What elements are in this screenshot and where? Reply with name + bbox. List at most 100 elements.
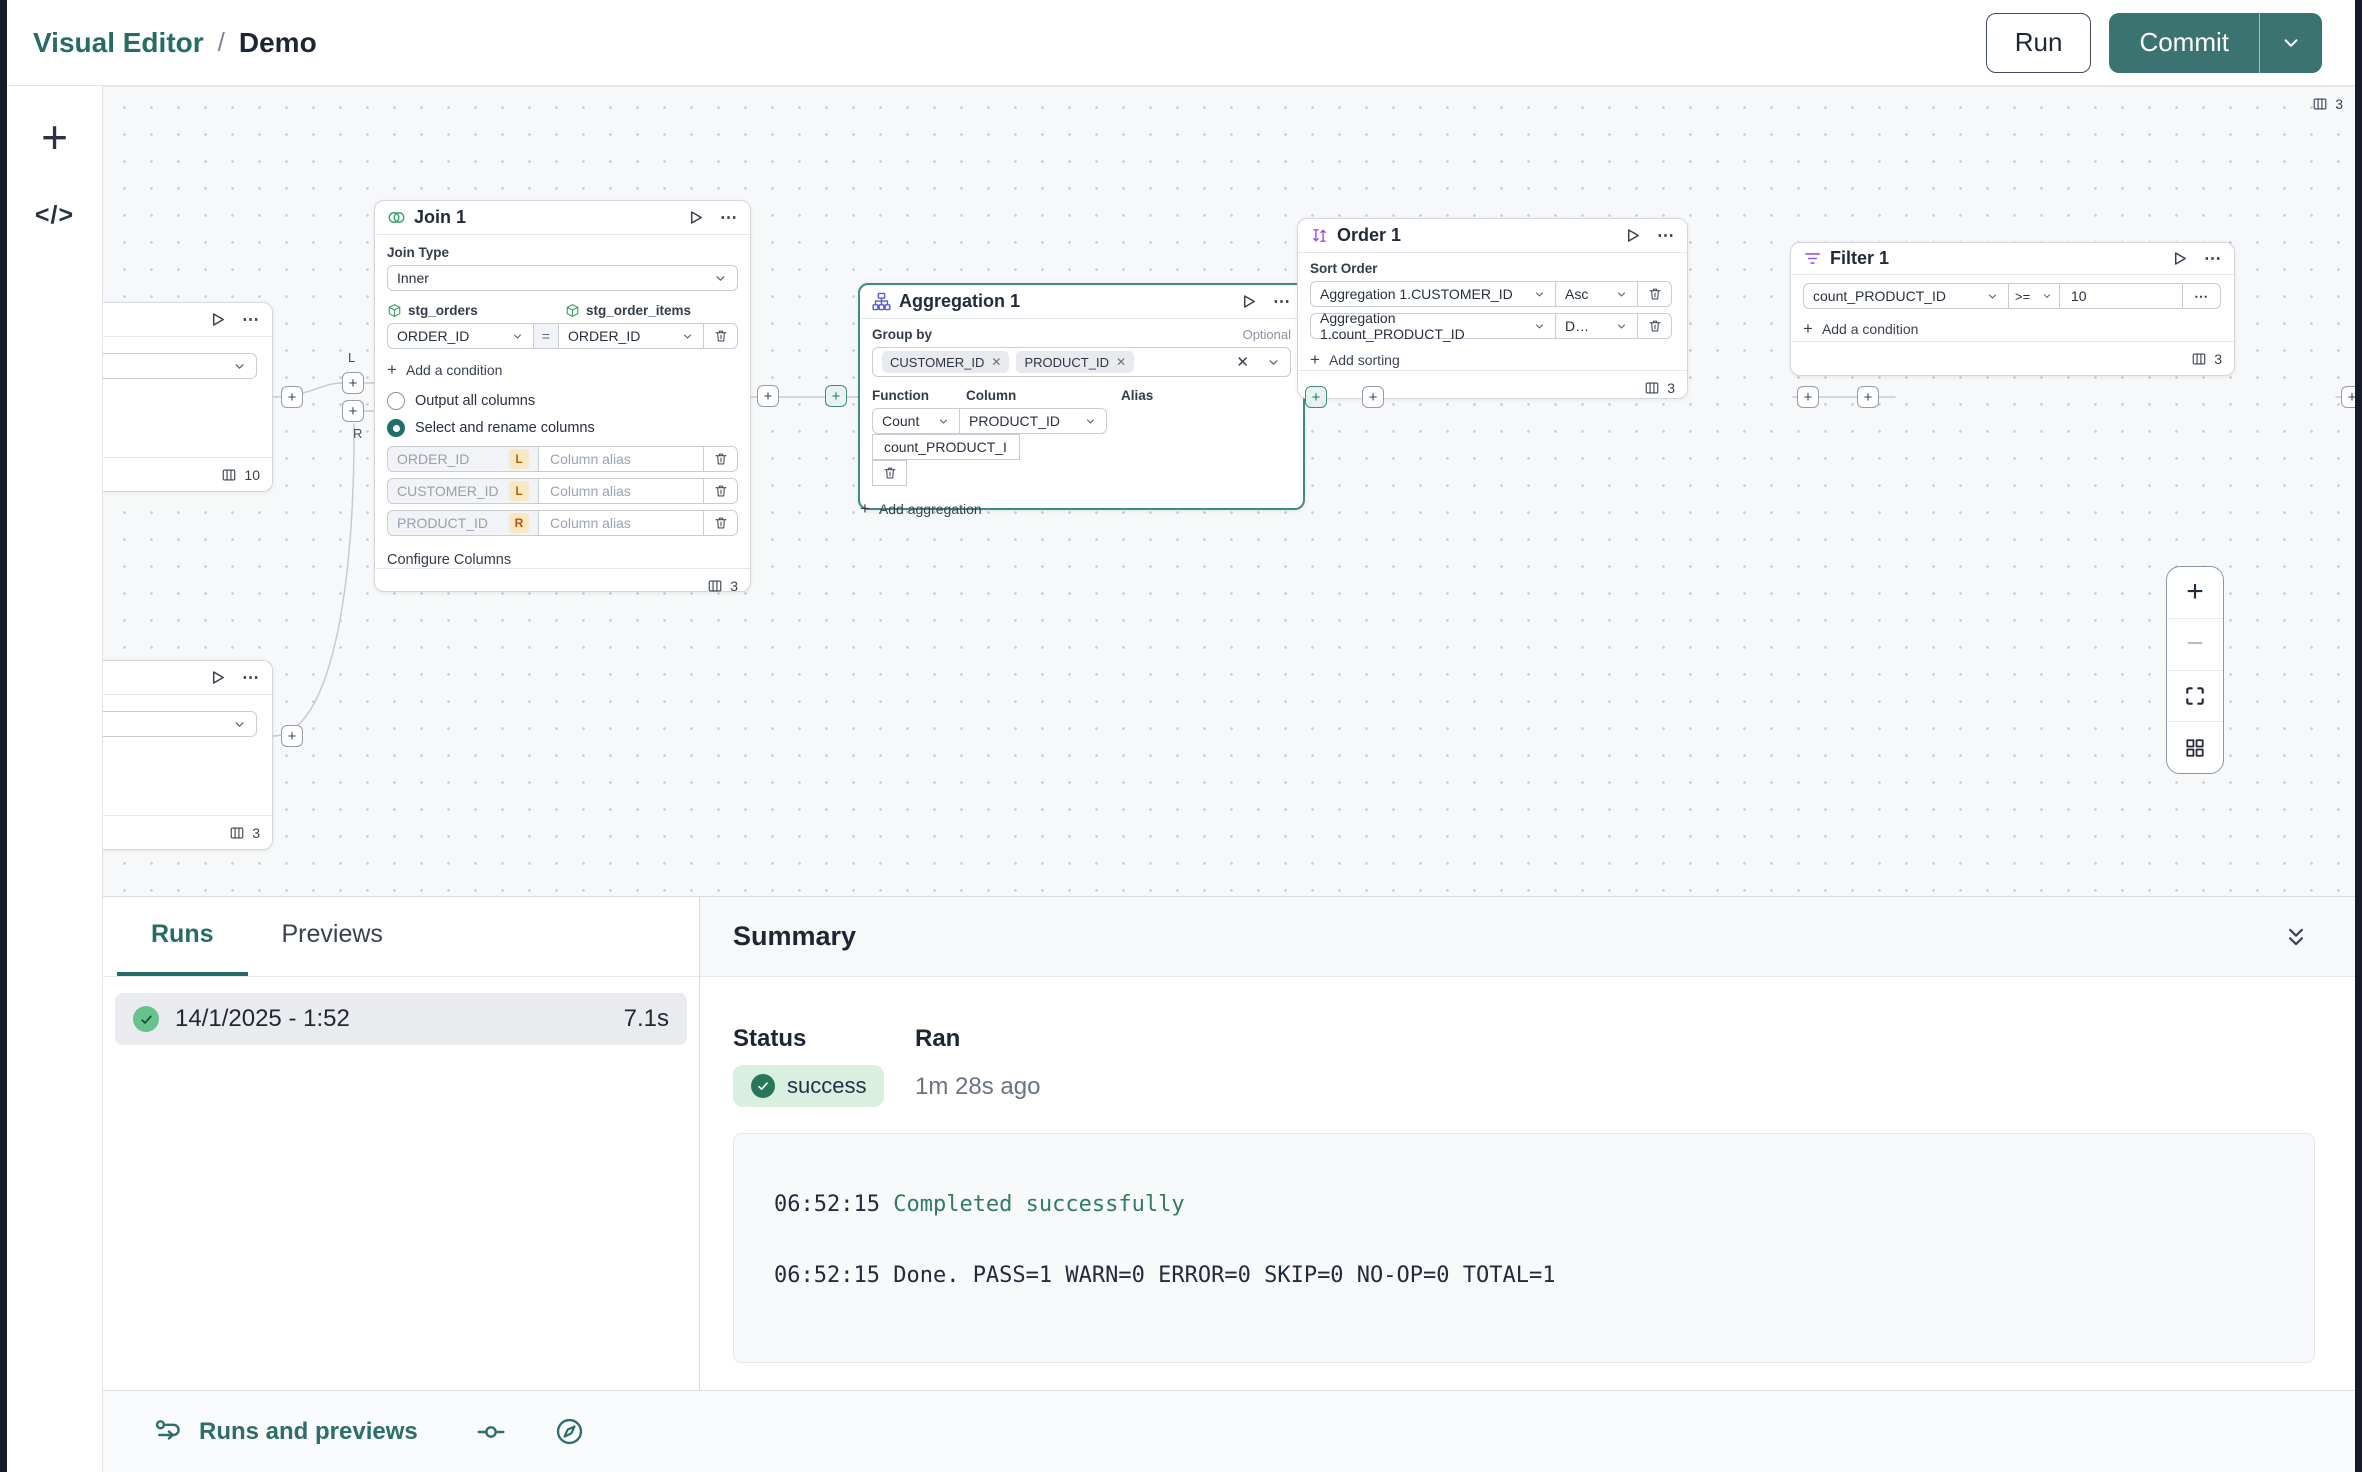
node-order-1[interactable]: Order 1 ⋯ Sort Order Aggregation 1.CUSTO… <box>1297 218 1688 399</box>
remove-chip-icon[interactable]: ✕ <box>991 355 1001 369</box>
commit-button[interactable]: Commit <box>2109 13 2259 73</box>
columns-icon <box>1644 380 1660 396</box>
play-icon[interactable] <box>204 307 230 333</box>
delete-column-button[interactable] <box>703 478 738 504</box>
select-rename-columns-radio[interactable]: Select and rename columns <box>387 419 738 437</box>
sort-column-select[interactable]: Aggregation 1.CUSTOMER_ID <box>1310 281 1556 307</box>
node-menu-button[interactable]: ⋯ <box>1653 223 1679 249</box>
columns-icon <box>229 825 245 841</box>
sort-direction-select[interactable]: Asc <box>1555 281 1638 307</box>
node-join-1[interactable]: Join 1 ⋯ Join Type Inner stg_orders stg_… <box>374 200 751 594</box>
column-alias-input[interactable] <box>548 514 694 532</box>
column-alias-field[interactable] <box>538 446 704 472</box>
run-list-item[interactable]: 14/1/2025 - 1:52 7.1s <box>115 993 687 1045</box>
port-order-output[interactable]: + <box>1797 386 1819 408</box>
runs-previews-label[interactable]: Runs and previews <box>199 1418 418 1446</box>
filter-column-select[interactable]: count_PRODUCT_ID <box>1803 283 2009 309</box>
filter-add-condition-link[interactable]: + Add a condition <box>1803 319 2222 339</box>
fit-view-button[interactable] <box>2167 669 2223 722</box>
zoom-in-button[interactable]: + <box>2167 567 2223 618</box>
group-by-chip[interactable]: PRODUCT_ID ✕ <box>1016 351 1135 373</box>
group-by-multiselect[interactable]: CUSTOMER_ID ✕ PRODUCT_ID ✕ ✕ <box>872 347 1291 377</box>
column-alias-input[interactable] <box>548 482 694 500</box>
chevron-down-icon <box>1266 355 1281 370</box>
zoom-out-button[interactable]: − <box>2167 617 2223 670</box>
column-alias-field[interactable] <box>538 478 704 504</box>
collapse-panel-button[interactable] <box>2277 923 2315 951</box>
filter-value-input[interactable] <box>2069 287 2173 305</box>
run-button[interactable]: Run <box>1985 12 2092 73</box>
add-aggregation-link[interactable]: + Add aggregation <box>860 499 1303 519</box>
grid-icon <box>2184 737 2206 759</box>
add-node-button[interactable]: + <box>7 108 102 166</box>
node-menu-button[interactable]: ⋯ <box>2200 246 2226 272</box>
node-title: Order 1 <box>1337 225 1402 245</box>
play-icon[interactable] <box>1619 223 1645 249</box>
filter-more-button[interactable]: ⋯ <box>2182 283 2221 309</box>
port-source-top-output[interactable]: + <box>281 386 303 408</box>
delete-sort-button[interactable] <box>1637 313 1672 339</box>
commit-history-button[interactable] <box>476 1417 506 1447</box>
source-bottom-select[interactable] <box>103 711 257 737</box>
commit-split-button: Commit <box>2109 12 2322 73</box>
play-icon[interactable] <box>2166 246 2192 272</box>
port-join-output[interactable]: + <box>757 385 779 407</box>
output-all-columns-radio[interactable]: Output all columns <box>387 392 738 410</box>
tab-previews[interactable]: Previews <box>248 897 417 976</box>
run-log[interactable]: 06:52:15 Completed successfully 06:52:15… <box>733 1133 2315 1363</box>
delete-column-button[interactable] <box>703 446 738 472</box>
remove-chip-icon[interactable]: ✕ <box>1116 355 1126 369</box>
column-alias-input[interactable] <box>548 450 694 468</box>
join-left-key-select[interactable]: ORDER_ID <box>387 323 534 349</box>
filter-value-field[interactable] <box>2059 283 2183 309</box>
summary-header: Summary <box>700 897 2355 977</box>
delete-column-button[interactable] <box>703 510 738 536</box>
port-order-input[interactable]: + <box>1362 386 1384 408</box>
node-menu-button[interactable]: ⋯ <box>238 307 264 333</box>
explore-button[interactable] <box>554 1416 585 1447</box>
node-menu-button[interactable]: ⋯ <box>238 665 264 691</box>
group-by-chip[interactable]: CUSTOMER_ID ✕ <box>882 351 1010 373</box>
port-join-input-left[interactable]: + <box>342 372 364 394</box>
play-icon[interactable] <box>1235 289 1261 315</box>
node-menu-button[interactable]: ⋯ <box>716 205 742 231</box>
port-filter-output[interactable]: + <box>2341 386 2355 408</box>
delete-aggregation-button[interactable] <box>872 460 907 486</box>
play-icon[interactable] <box>682 205 708 231</box>
play-icon[interactable] <box>204 665 230 691</box>
pipeline-canvas[interactable]: + + + + + + + + + + + L R ⋯ 10 ⋯ 3 Join … <box>103 86 2355 896</box>
port-aggregation-output[interactable]: + <box>1305 386 1327 408</box>
delete-sort-button[interactable] <box>1637 281 1672 307</box>
aggregation-alias-input[interactable] <box>882 438 1010 456</box>
add-sorting-link[interactable]: + Add sorting <box>1310 350 1675 370</box>
aggregation-function-select[interactable]: Count <box>872 408 960 434</box>
auto-layout-button[interactable] <box>2167 721 2223 773</box>
port-source-bottom-output[interactable]: + <box>281 725 303 747</box>
delete-condition-button[interactable] <box>703 323 738 349</box>
join-add-condition-link[interactable]: + Add a condition <box>387 360 738 380</box>
node-menu-button[interactable]: ⋯ <box>1269 289 1295 315</box>
breadcrumb-visual-editor[interactable]: Visual Editor <box>33 27 204 59</box>
node-aggregation-1[interactable]: Aggregation 1 ⋯ Group by Optional CUSTOM… <box>858 283 1305 518</box>
source-top-select[interactable] <box>103 353 257 379</box>
clear-selection-icon[interactable]: ✕ <box>1236 353 1249 371</box>
configure-columns-link[interactable]: Configure Columns <box>387 552 738 568</box>
node-source-bottom[interactable]: ⋯ 3 <box>103 660 273 850</box>
node-source-top[interactable]: ⋯ 10 <box>103 302 273 492</box>
aggregation-alias-field[interactable] <box>872 434 1020 460</box>
sort-direction-select[interactable]: D… <box>1555 313 1638 339</box>
status-bar: Runs and previews <box>103 1390 2355 1472</box>
join-type-select[interactable]: Inner <box>387 265 738 291</box>
column-alias-field[interactable] <box>538 510 704 536</box>
aggregation-column-select[interactable]: PRODUCT_ID <box>959 408 1107 434</box>
port-join-input-right[interactable]: + <box>342 400 364 422</box>
code-view-button[interactable]: </> <box>7 194 102 236</box>
node-filter-1[interactable]: Filter 1 ⋯ count_PRODUCT_ID >= ⋯ <box>1790 242 2235 376</box>
commit-dropdown-button[interactable] <box>2260 13 2322 73</box>
port-filter-input[interactable]: + <box>1857 386 1879 408</box>
sort-column-select[interactable]: Aggregation 1.count_PRODUCT_ID <box>1310 310 1556 342</box>
filter-operator-select[interactable]: >= <box>2008 283 2060 309</box>
tab-runs[interactable]: Runs <box>117 897 248 976</box>
join-right-key-select[interactable]: ORDER_ID <box>558 323 704 349</box>
port-aggregation-input[interactable]: + <box>825 385 847 407</box>
